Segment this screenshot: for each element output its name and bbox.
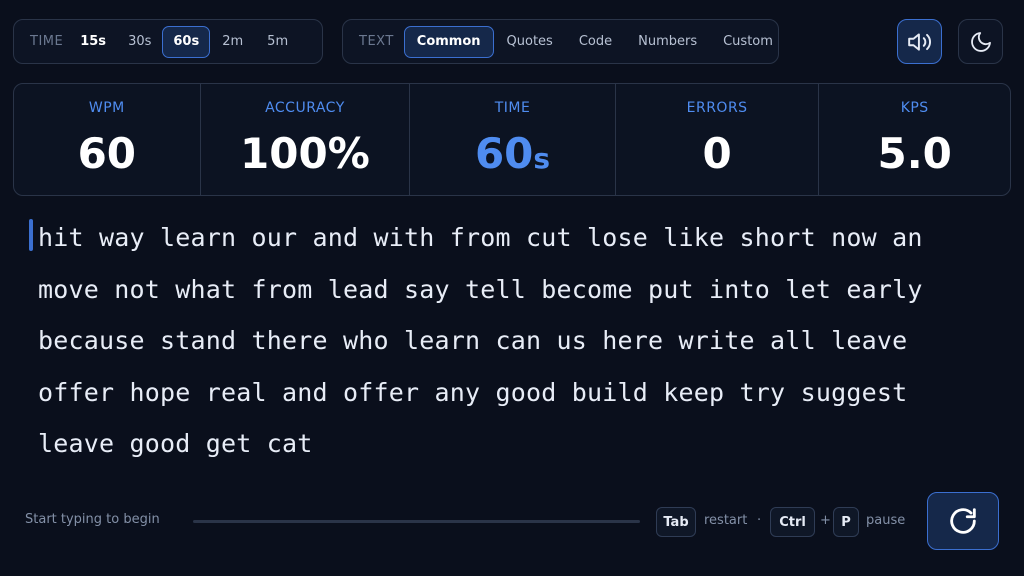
stat-accuracy-value: 100% <box>240 129 370 178</box>
stat-time-label: TIME <box>494 100 531 116</box>
p-key-badge: P <box>833 507 859 537</box>
typing-test-app: TIME 15s 30s 60s 2m 5m TEXT Common Quote… <box>0 0 1024 576</box>
sound-toggle-button[interactable] <box>897 19 942 64</box>
restart-shortcut-label: restart <box>704 513 748 528</box>
stat-time: TIME 60s <box>410 84 616 195</box>
time-option-5m[interactable]: 5m <box>255 26 300 58</box>
stat-errors-label: ERRORS <box>686 100 748 116</box>
restart-button[interactable] <box>927 492 999 550</box>
shortcut-separator: · <box>757 513 762 528</box>
progress-bar <box>193 520 640 523</box>
stat-wpm-value: 60 <box>77 129 137 178</box>
time-option-2m[interactable]: 2m <box>210 26 255 58</box>
typing-text-area[interactable]: hit way learn our and with from cut lose… <box>38 212 998 470</box>
stat-kps-label: KPS <box>900 100 929 116</box>
moon-icon <box>970 31 991 52</box>
time-option-30s[interactable]: 30s <box>117 26 162 58</box>
text-line: move not what from lead say tell become … <box>38 274 923 304</box>
typing-caret <box>29 219 33 251</box>
text-option-custom[interactable]: Custom <box>710 26 786 58</box>
text-line: leave good get cat <box>38 429 313 458</box>
text-options-group: TEXT Common Quotes Code Numbers Custom <box>342 19 779 64</box>
stat-wpm: WPM 60 <box>14 84 201 195</box>
text-group-label: TEXT <box>359 34 394 49</box>
stat-wpm-label: WPM <box>88 100 125 116</box>
text-option-code[interactable]: Code <box>566 26 625 58</box>
stat-kps: KPS 5.0 <box>819 84 1010 195</box>
time-options-group: TIME 15s 30s 60s 2m 5m <box>13 19 323 64</box>
stat-time-number: 60 <box>474 129 534 178</box>
refresh-icon <box>950 508 976 534</box>
start-hint: Start typing to begin <box>25 512 160 527</box>
time-group-label: TIME <box>30 34 64 49</box>
text-option-numbers[interactable]: Numbers <box>625 26 710 58</box>
text-option-quotes[interactable]: Quotes <box>494 26 566 58</box>
theme-toggle-button[interactable] <box>958 19 1003 64</box>
stat-errors: ERRORS 0 <box>616 84 820 195</box>
text-line: offer hope real and offer any good build… <box>38 377 908 407</box>
stat-kps-value: 5.0 <box>877 129 952 178</box>
text-line: hit way learn our and with from cut lose… <box>38 223 923 252</box>
speaker-icon <box>907 32 931 51</box>
plus-sign: + <box>820 513 831 528</box>
stats-panel: WPM 60 ACCURACY 100% TIME 60s ERRORS 0 K… <box>13 83 1011 196</box>
stat-accuracy-label: ACCURACY <box>265 100 345 116</box>
ctrl-key-badge: Ctrl <box>770 507 815 537</box>
time-option-60s[interactable]: 60s <box>162 25 211 58</box>
tab-key-badge: Tab <box>656 507 696 537</box>
pause-shortcut-label: pause <box>866 513 906 528</box>
stat-accuracy: ACCURACY 100% <box>201 84 411 195</box>
stat-time-value: 60s <box>475 132 550 181</box>
text-option-common[interactable]: Common <box>403 25 494 58</box>
time-option-15s[interactable]: 15s <box>69 26 117 58</box>
stat-time-unit: s <box>533 142 551 175</box>
stat-errors-value: 0 <box>702 129 732 178</box>
text-line: because stand there who learn can us her… <box>38 326 908 355</box>
